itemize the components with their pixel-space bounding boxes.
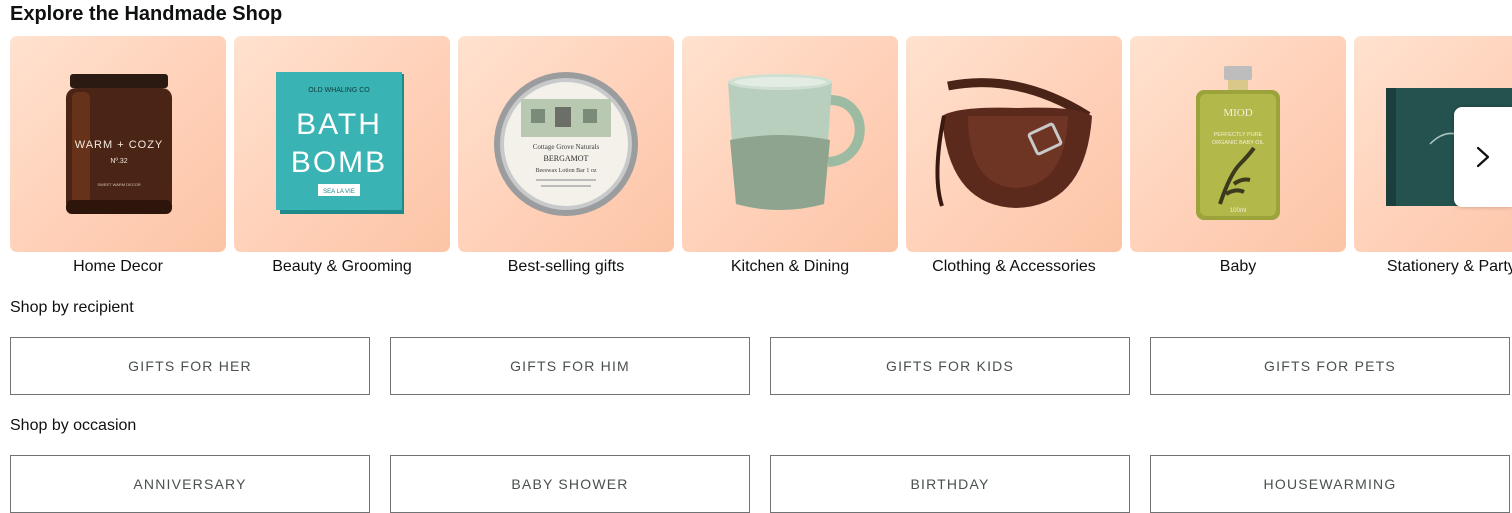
category-carousel: WARM + COZY Nº.32 SWEET WARM DECOR Home … bbox=[10, 36, 1512, 286]
category-image-home-decor[interactable]: WARM + COZY Nº.32 SWEET WARM DECOR bbox=[10, 36, 226, 252]
svg-text:PERFECTLY PURE: PERFECTLY PURE bbox=[1214, 132, 1263, 138]
svg-text:BATH: BATH bbox=[296, 108, 382, 141]
carousel-next-button[interactable] bbox=[1454, 107, 1512, 207]
baby-oil-bottle-image: MIOD PERFECTLY PURE ORGANIC BABY OIL 100… bbox=[1196, 66, 1280, 220]
category-card-baby[interactable]: MIOD PERFECTLY PURE ORGANIC BABY OIL 100… bbox=[1130, 36, 1346, 276]
category-card-best-selling-gifts[interactable]: Cottage Grove Naturals BERGAMOT Beeswax … bbox=[458, 36, 674, 276]
svg-text:100ml: 100ml bbox=[1230, 208, 1246, 214]
category-label[interactable]: Beauty & Grooming bbox=[234, 258, 450, 276]
lotion-tin-image: Cottage Grove Naturals BERGAMOT Beeswax … bbox=[494, 72, 638, 216]
category-label[interactable]: Stationery & Party su bbox=[1354, 258, 1512, 276]
category-image-baby[interactable]: MIOD PERFECTLY PURE ORGANIC BABY OIL 100… bbox=[1130, 36, 1346, 252]
baby-shower-button[interactable]: BABY SHOWER bbox=[390, 455, 750, 513]
svg-text:BOMB: BOMB bbox=[291, 146, 387, 179]
gifts-for-him-button[interactable]: GIFTS FOR HIM bbox=[390, 337, 750, 395]
gifts-for-kids-button[interactable]: GIFTS FOR KIDS bbox=[770, 337, 1130, 395]
svg-text:MIOD: MIOD bbox=[1223, 107, 1252, 119]
svg-text:Cottage Grove Naturals: Cottage Grove Naturals bbox=[533, 143, 600, 151]
bath-bomb-box-image: OLD WHALING CO BATH BOMB SEA LA VIE bbox=[276, 72, 404, 214]
page-title: Explore the Handmade Shop bbox=[10, 3, 283, 25]
category-image-clothing-accessories[interactable] bbox=[906, 36, 1122, 252]
svg-text:BERGAMOT: BERGAMOT bbox=[544, 154, 589, 163]
svg-text:SWEET WARM DECOR: SWEET WARM DECOR bbox=[97, 182, 140, 187]
anniversary-button[interactable]: ANNIVERSARY bbox=[10, 455, 370, 513]
category-image-best-selling-gifts[interactable]: Cottage Grove Naturals BERGAMOT Beeswax … bbox=[458, 36, 674, 252]
housewarming-button[interactable]: HOUSEWARMING bbox=[1150, 455, 1510, 513]
svg-text:SEA LA VIE: SEA LA VIE bbox=[323, 189, 355, 195]
category-card-clothing-accessories[interactable]: Clothing & Accessories bbox=[906, 36, 1122, 276]
svg-text:OLD WHALING CO: OLD WHALING CO bbox=[308, 87, 370, 94]
occasion-heading: Shop by occasion bbox=[10, 417, 137, 434]
gifts-for-pets-button[interactable]: GIFTS FOR PETS bbox=[1150, 337, 1510, 395]
category-label[interactable]: Best-selling gifts bbox=[458, 258, 674, 276]
category-label[interactable]: Home Decor bbox=[10, 258, 226, 276]
svg-text:Nº.32: Nº.32 bbox=[110, 158, 127, 165]
svg-text:WARM + COZY: WARM + COZY bbox=[75, 139, 164, 151]
candle-jar-image: WARM + COZY Nº.32 SWEET WARM DECOR bbox=[66, 74, 172, 214]
gifts-for-her-button[interactable]: GIFTS FOR HER bbox=[10, 337, 370, 395]
category-card-home-decor[interactable]: WARM + COZY Nº.32 SWEET WARM DECOR Home … bbox=[10, 36, 226, 276]
category-card-beauty-grooming[interactable]: OLD WHALING CO BATH BOMB SEA LA VIE Beau… bbox=[234, 36, 450, 276]
svg-text:Beeswax Lotion Bar 1 oz: Beeswax Lotion Bar 1 oz bbox=[536, 168, 597, 174]
leather-bag-image bbox=[935, 78, 1092, 208]
category-image-kitchen-dining[interactable] bbox=[682, 36, 898, 252]
category-label[interactable]: Kitchen & Dining bbox=[682, 258, 898, 276]
category-label[interactable]: Baby bbox=[1130, 258, 1346, 276]
birthday-button[interactable]: BIRTHDAY bbox=[770, 455, 1130, 513]
svg-text:ORGANIC BABY OIL: ORGANIC BABY OIL bbox=[1212, 140, 1264, 146]
category-image-beauty-grooming[interactable]: OLD WHALING CO BATH BOMB SEA LA VIE bbox=[234, 36, 450, 252]
ceramic-mug-image bbox=[728, 74, 865, 210]
recipient-heading: Shop by recipient bbox=[10, 299, 134, 316]
category-card-kitchen-dining[interactable]: Kitchen & Dining bbox=[682, 36, 898, 276]
category-label[interactable]: Clothing & Accessories bbox=[906, 258, 1122, 276]
chevron-right-icon bbox=[1476, 146, 1490, 168]
